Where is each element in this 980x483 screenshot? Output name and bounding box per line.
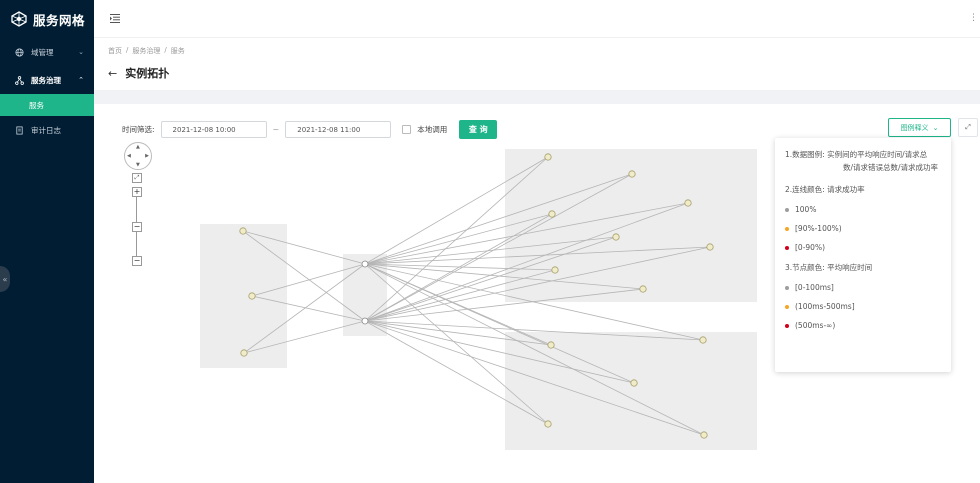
- service-instance-node[interactable]: [699, 336, 707, 344]
- service-instance-node[interactable]: [548, 210, 556, 218]
- fit-view-button[interactable]: ⤢: [132, 173, 142, 183]
- chevron-down-icon: ⌄: [78, 48, 84, 56]
- breadcrumb-governance[interactable]: 服务治理: [132, 46, 160, 56]
- service-instance-node[interactable]: [706, 243, 714, 251]
- start-time-input[interactable]: 2021-12-08 10:00: [160, 121, 267, 138]
- legend-node-title: 3.节点颜色:: [785, 263, 825, 272]
- sidebar-item-label: 服务治理: [31, 75, 61, 85]
- service-instance-node[interactable]: [628, 170, 636, 178]
- legend-item: 100%: [785, 205, 941, 214]
- chevron-down-icon: ⌄: [932, 123, 939, 132]
- local-call-checkbox[interactable]: [402, 125, 412, 134]
- legend-line-desc: 请求成功率: [827, 185, 865, 194]
- zoom-in-button[interactable]: +: [132, 187, 142, 197]
- globe-icon: [15, 47, 24, 57]
- pan-right-icon[interactable]: ▶: [145, 153, 149, 159]
- pan-control[interactable]: ▲ ▼ ◀ ▶: [124, 142, 152, 170]
- page-title: 实例拓扑: [125, 67, 170, 80]
- sidebar-item-label: 审计日志: [31, 125, 61, 135]
- sidebar-item-domain[interactable]: 域管理 ⌄: [0, 38, 94, 66]
- brand[interactable]: 服务网格: [0, 0, 94, 38]
- logo-icon: [11, 11, 27, 27]
- legend-button-label: 图例释义: [900, 123, 929, 132]
- service-group: [200, 224, 287, 368]
- service-instance-node[interactable]: [547, 341, 555, 349]
- pan-down-icon[interactable]: ▼: [136, 162, 140, 168]
- service-instance-node[interactable]: [248, 292, 256, 300]
- gateway-instance-node[interactable]: [361, 260, 369, 268]
- expand-icon: ⤢: [965, 123, 971, 131]
- legend-data-desc-2: 数/请求错误总数/请求成功率: [843, 163, 939, 172]
- sidebar-item-service[interactable]: 服务: [0, 94, 94, 116]
- dot-icon: [785, 285, 789, 290]
- legend-item-label: 100%: [795, 205, 817, 214]
- service-instance-node[interactable]: [630, 379, 638, 387]
- legend-item-label: [90%-100%): [795, 224, 842, 233]
- end-time-input[interactable]: 2021-12-08 11:00: [285, 121, 392, 138]
- sidebar-item-service-governance[interactable]: 服务治理 ⌃: [0, 66, 94, 94]
- breadcrumb-separator: /: [164, 46, 167, 54]
- query-button[interactable]: 查 询: [459, 120, 498, 139]
- service-instance-node[interactable]: [612, 233, 620, 241]
- pan-left-icon[interactable]: ◀: [127, 153, 131, 159]
- legend-line-title: 2.连线颜色:: [785, 185, 825, 194]
- legend-item: [90%-100%): [785, 224, 941, 233]
- menu-fold-icon[interactable]: [110, 14, 120, 23]
- legend-item-label: [0-100ms]: [795, 283, 834, 292]
- legend-data-title: 1.数据图例:: [785, 150, 825, 159]
- document-icon: [16, 125, 23, 135]
- legend-item: [0-90%): [785, 243, 941, 252]
- divider-band: [94, 90, 980, 104]
- legend-data-desc-1: 实例间的平均响应时间/请求总: [827, 150, 928, 159]
- legend-button[interactable]: 图例释义 ⌄: [888, 118, 951, 137]
- service-instance-node[interactable]: [544, 420, 552, 428]
- sidebar-item-label: 域管理: [31, 47, 54, 57]
- local-call-label: 本地调用: [417, 125, 448, 134]
- dot-icon: [785, 323, 789, 328]
- service-instance-node[interactable]: [639, 285, 647, 293]
- back-arrow-icon[interactable]: ←: [108, 67, 117, 80]
- dot-icon: [785, 304, 789, 309]
- sidebar: 服务网格 域管理 ⌄ 服务治理 ⌃ 服务 审计日志 «: [0, 0, 94, 483]
- zoom-slider-handle[interactable]: −: [132, 222, 142, 232]
- service-instance-node[interactable]: [551, 266, 559, 274]
- sidebar-item-label: 服务: [29, 100, 44, 110]
- chevron-up-icon: ⌃: [78, 76, 84, 84]
- more-icon[interactable]: ⋮: [969, 13, 978, 23]
- legend-item: [0-100ms]: [785, 283, 941, 292]
- service-instance-node[interactable]: [544, 153, 552, 161]
- range-separator: ~: [272, 125, 280, 134]
- legend-item: (500ms-∞): [785, 321, 941, 330]
- dot-icon: [785, 245, 789, 250]
- sidebar-collapse-handle[interactable]: «: [0, 266, 10, 292]
- dot-icon: [785, 226, 789, 231]
- dot-icon: [785, 207, 789, 212]
- brand-name: 服务网格: [33, 12, 86, 28]
- breadcrumb-service: 服务: [170, 47, 185, 55]
- legend-item-label: (100ms-500ms]: [795, 302, 855, 311]
- service-instance-node[interactable]: [684, 199, 692, 207]
- service-instance-node[interactable]: [240, 349, 248, 357]
- time-filter-label: 时间筛选:: [122, 125, 155, 134]
- gateway-instance-node[interactable]: [361, 317, 369, 325]
- fullscreen-button[interactable]: ⤢: [958, 118, 978, 137]
- legend-item-label: (500ms-∞): [795, 321, 836, 330]
- legend-node-desc: 平均响应时间: [827, 263, 873, 272]
- sidebar-item-audit-log[interactable]: 审计日志: [0, 116, 94, 144]
- legend-item: (100ms-500ms]: [785, 302, 941, 311]
- service-group: [505, 332, 757, 450]
- service-instance-node[interactable]: [239, 227, 247, 235]
- breadcrumb-home[interactable]: 首页: [108, 46, 122, 56]
- legend-panel: 1.数据图例: 实例间的平均响应时间/请求总 数/请求错误总数/请求成功率 2.…: [775, 138, 951, 372]
- pan-up-icon[interactable]: ▲: [136, 144, 140, 150]
- zoom-out-button[interactable]: −: [132, 256, 142, 266]
- breadcrumb-separator: /: [126, 46, 129, 54]
- page-header: 首页 / 服务治理 / 服务 ← 实例拓扑: [94, 38, 980, 90]
- topbar: ⋮: [94, 0, 980, 38]
- breadcrumb: 首页 / 服务治理 / 服务: [108, 46, 966, 56]
- legend-item-label: [0-90%): [795, 243, 825, 252]
- filter-bar: 时间筛选: 2021-12-08 10:00 ~ 2021-12-08 11:0…: [122, 120, 498, 139]
- service-instance-node[interactable]: [700, 431, 708, 439]
- topology-icon: [15, 75, 24, 85]
